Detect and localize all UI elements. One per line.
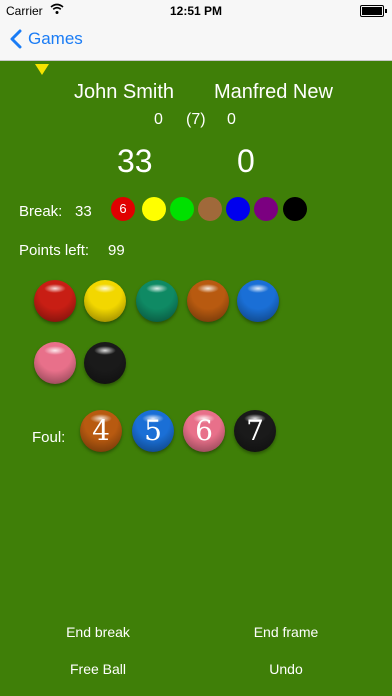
foul-5-ball[interactable]: 5 (132, 410, 174, 452)
break-ball-brown (198, 197, 222, 221)
foul-7-value: 7 (246, 414, 264, 447)
player-2-name: Manfred New (214, 81, 333, 103)
player-2-score: 0 (237, 143, 255, 179)
foul-6-value: 6 (195, 414, 213, 447)
undo-button[interactable]: Undo (216, 661, 356, 677)
break-ball-red: 6 (111, 197, 135, 221)
break-ball-yellow (142, 197, 166, 221)
foul-6-ball[interactable]: 6 (183, 410, 225, 452)
foul-7-ball[interactable]: 7 (234, 410, 276, 452)
chevron-left-icon (10, 29, 22, 49)
turn-indicator-icon (35, 64, 49, 75)
pot-red-ball[interactable] (34, 280, 76, 322)
foul-4-value: 4 (92, 414, 110, 447)
back-button-label: Games (28, 29, 83, 48)
status-time: 12:51 PM (169, 4, 223, 18)
pot-blue-ball[interactable] (237, 280, 279, 322)
break-ball-red-value: 6 (119, 201, 127, 216)
break-ball-blue (226, 197, 250, 221)
player-1-name: John Smith (74, 81, 175, 103)
break-ball-green (170, 197, 194, 221)
pot-brown-ball[interactable] (187, 280, 229, 322)
player-1-frames: 0 (154, 111, 163, 128)
pot-yellow-ball[interactable] (84, 280, 126, 322)
player-2-frames: 0 (227, 111, 236, 128)
break-ball-pink (254, 197, 278, 221)
foul-label: Foul: (32, 429, 66, 446)
free-ball-button[interactable]: Free Ball (28, 661, 168, 677)
status-bar: Carrier 12:51 PM (0, 0, 392, 22)
foul-5-value: 5 (144, 414, 162, 447)
battery-icon (360, 5, 387, 17)
break-value: 33 (75, 203, 92, 220)
frames-total: (7) (186, 111, 206, 128)
end-frame-button[interactable]: End frame (216, 624, 356, 640)
player-1-score: 33 (117, 143, 153, 179)
points-left-label: Points left: (19, 242, 90, 259)
break-ball-black (283, 197, 307, 221)
pot-green-ball[interactable] (136, 280, 178, 322)
pot-black-ball[interactable] (84, 342, 126, 384)
break-label: Break: (19, 203, 63, 220)
pot-pink-ball[interactable] (34, 342, 76, 384)
end-break-button[interactable]: End break (28, 624, 168, 640)
navigation-bar: Games (0, 22, 392, 61)
back-button[interactable]: Games (10, 29, 83, 49)
points-left-value: 99 (108, 242, 125, 259)
foul-4-ball[interactable]: 4 (80, 410, 122, 452)
